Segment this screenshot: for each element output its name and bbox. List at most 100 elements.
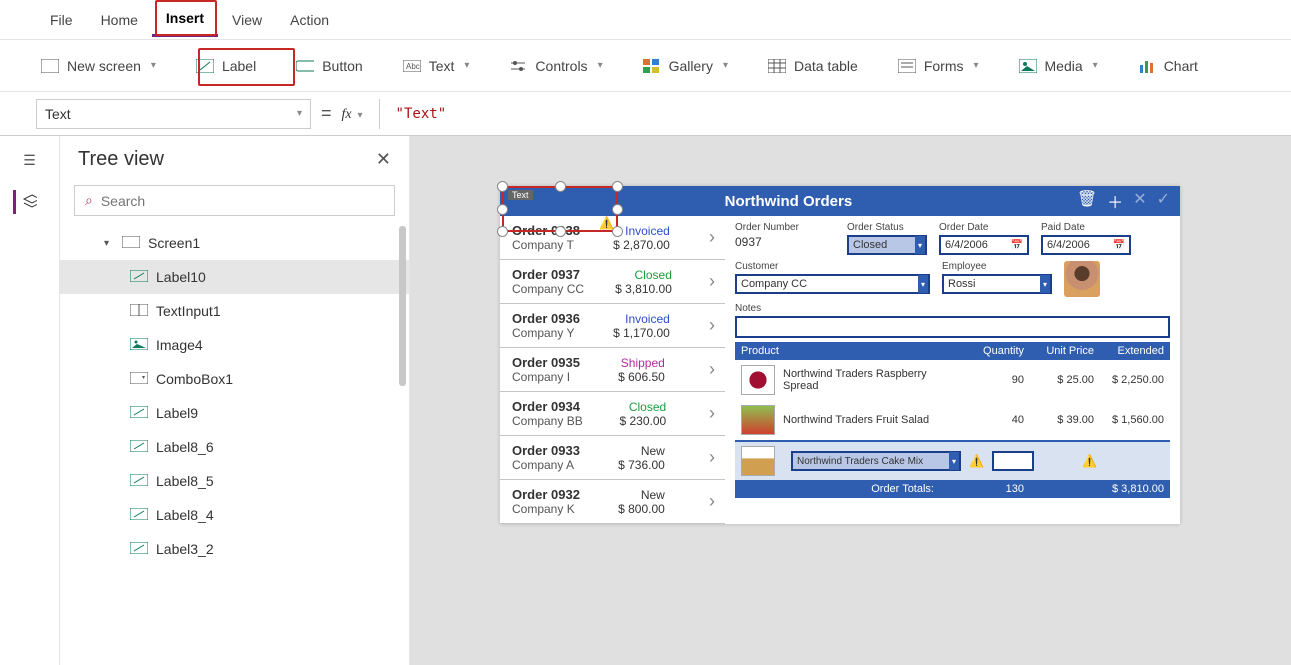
fx-button[interactable]: fx ▾ — [342, 105, 363, 123]
data-table-label: Data table — [794, 58, 858, 74]
media-button[interactable]: Media ▾ — [1006, 50, 1111, 82]
data-table-button[interactable]: Data table — [755, 50, 871, 82]
order-item[interactable]: Order 0932Company KNew$ 800.00› — [500, 480, 725, 524]
menu-file[interactable]: File — [36, 4, 87, 36]
tree-node-label8_5[interactable]: Label8_5 — [60, 464, 409, 498]
tree-list: ▾Screen1 Label10 TextInput1 Image4 ComboBox1… — [60, 226, 409, 665]
tree-node-label9[interactable]: Label9 — [60, 396, 409, 430]
chevron-right-icon: › — [709, 315, 715, 336]
property-selector[interactable]: Text ▾ — [36, 99, 311, 129]
forms-button[interactable]: Forms ▾ — [885, 50, 992, 82]
order-date-label: Order Date — [939, 222, 1029, 233]
forms-label: Forms — [924, 58, 964, 74]
label-icon — [130, 474, 148, 488]
tree-node-combobox1[interactable]: ComboBox1 — [60, 362, 409, 396]
tree-node-label: TextInput1 — [156, 303, 221, 319]
tree-node-image4[interactable]: Image4 — [60, 328, 409, 362]
chevron-right-icon: › — [709, 271, 715, 292]
media-icon — [1019, 57, 1037, 75]
paid-date-input[interactable]: 6/4/2006📅 — [1041, 235, 1131, 255]
tree-node-screen1[interactable]: ▾Screen1 — [60, 226, 409, 260]
label-icon — [130, 406, 148, 420]
tree-node-textinput1[interactable]: TextInput1 — [60, 294, 409, 328]
tree-node-label10[interactable]: Label10 — [60, 260, 409, 294]
chevron-down-icon: ▾ — [1093, 60, 1098, 71]
layers-icon[interactable] — [13, 190, 37, 214]
label-label: Label — [222, 58, 256, 74]
tree-node-label: Label8_4 — [156, 507, 214, 523]
data-table-icon — [768, 57, 786, 75]
tree-node-label: Image4 — [156, 337, 203, 353]
gallery-button[interactable]: Gallery ▾ — [630, 50, 741, 82]
ribbon: New screen ▾ Label Button Abc Text ▾ Con… — [0, 40, 1291, 92]
hamburger-icon[interactable]: ☰ — [18, 148, 42, 172]
cancel-icon[interactable]: ✕ — [1133, 189, 1146, 213]
selected-label-overlay[interactable]: Text ⚠️ — [502, 186, 618, 232]
menu-home[interactable]: Home — [87, 4, 152, 36]
tree-node-label8_4[interactable]: Label8_4 — [60, 498, 409, 532]
customer-label: Customer — [735, 261, 930, 272]
product-row[interactable]: Northwind Traders Fruit Salad40$ 39.00$ … — [735, 400, 1170, 440]
controls-icon — [509, 57, 527, 75]
order-status-dropdown[interactable]: Closed▾ — [847, 235, 927, 255]
notes-input[interactable] — [735, 316, 1170, 338]
close-icon[interactable]: ✕ — [376, 149, 391, 170]
plus-icon[interactable]: ＋ — [1107, 189, 1123, 213]
order-number-label: Order Number — [735, 222, 835, 233]
tree-node-label3_2[interactable]: Label3_2 — [60, 532, 409, 566]
scrollbar-thumb[interactable] — [399, 226, 406, 386]
button-button[interactable]: Button — [283, 50, 375, 82]
screen-icon — [122, 236, 140, 250]
formula-value[interactable]: "Text" — [396, 106, 447, 122]
add-qty-input[interactable] — [992, 451, 1034, 471]
order-item[interactable]: Order 0936Company YInvoiced$ 1,170.00› — [500, 304, 725, 348]
order-status-label: Order Status — [847, 222, 927, 233]
left-rail: ☰ — [0, 136, 60, 665]
gallery-icon — [643, 57, 661, 75]
image-icon — [130, 338, 148, 352]
tree-search[interactable]: ⌕ — [74, 185, 395, 216]
product-image — [741, 446, 775, 476]
chevron-right-icon: › — [709, 491, 715, 512]
controls-button[interactable]: Controls ▾ — [496, 50, 615, 82]
search-input[interactable] — [101, 193, 384, 209]
trash-icon[interactable]: 🗑 — [1077, 189, 1097, 213]
menu-action[interactable]: Action — [276, 4, 343, 36]
chart-button[interactable]: Chart — [1125, 50, 1211, 82]
label-button[interactable]: Label — [183, 50, 269, 82]
chart-label: Chart — [1164, 58, 1198, 74]
customer-dropdown[interactable]: Company CC▾ — [735, 274, 930, 294]
tree-node-label: Label10 — [156, 269, 206, 285]
chevron-down-icon: ▾ — [723, 60, 728, 71]
chevron-right-icon: › — [709, 447, 715, 468]
employee-label: Employee — [942, 261, 1052, 272]
order-number-value: 0937 — [735, 235, 835, 249]
menu-view[interactable]: View — [218, 4, 276, 36]
tree-view-panel: Tree view ✕ ⌕ ▾Screen1Label10TextInput1I… — [60, 136, 410, 665]
warning-icon: ⚠️ — [599, 216, 614, 230]
order-item[interactable]: Order 0935Company IShipped$ 606.50› — [500, 348, 725, 392]
textinput-icon — [130, 304, 148, 318]
new-screen-button[interactable]: New screen ▾ — [28, 50, 169, 82]
controls-label: Controls — [535, 58, 587, 74]
order-item[interactable]: Order 0937Company CCClosed$ 3,810.00› — [500, 260, 725, 304]
add-product-dropdown[interactable]: Northwind Traders Cake Mix▾ — [791, 451, 961, 471]
check-icon[interactable]: ✓ — [1157, 189, 1170, 213]
order-totals: Order Totals: 130 $ 3,810.00 — [735, 480, 1170, 498]
canvas[interactable]: Northwind Orders 🗑 ＋ ✕ ✓ Text — [410, 136, 1291, 665]
label-icon — [130, 270, 148, 284]
chart-icon — [1138, 57, 1156, 75]
product-image — [741, 365, 775, 395]
order-detail: Order Number 0937 Order Status Closed▾ O… — [725, 216, 1180, 524]
chevron-down-icon: ▾ — [973, 60, 978, 71]
tree-node-label: Label9 — [156, 405, 198, 421]
order-date-input[interactable]: 6/4/2006📅 — [939, 235, 1029, 255]
tree-node-label: ComboBox1 — [156, 371, 233, 387]
product-row[interactable]: Northwind Traders Raspberry Spread90$ 25… — [735, 360, 1170, 400]
text-button[interactable]: Abc Text ▾ — [390, 50, 483, 82]
tree-node-label8_6[interactable]: Label8_6 — [60, 430, 409, 464]
menu-insert[interactable]: Insert — [152, 2, 218, 37]
employee-dropdown[interactable]: Rossi▾ — [942, 274, 1052, 294]
order-item[interactable]: Order 0933Company ANew$ 736.00› — [500, 436, 725, 480]
order-item[interactable]: Order 0934Company BBClosed$ 230.00› — [500, 392, 725, 436]
